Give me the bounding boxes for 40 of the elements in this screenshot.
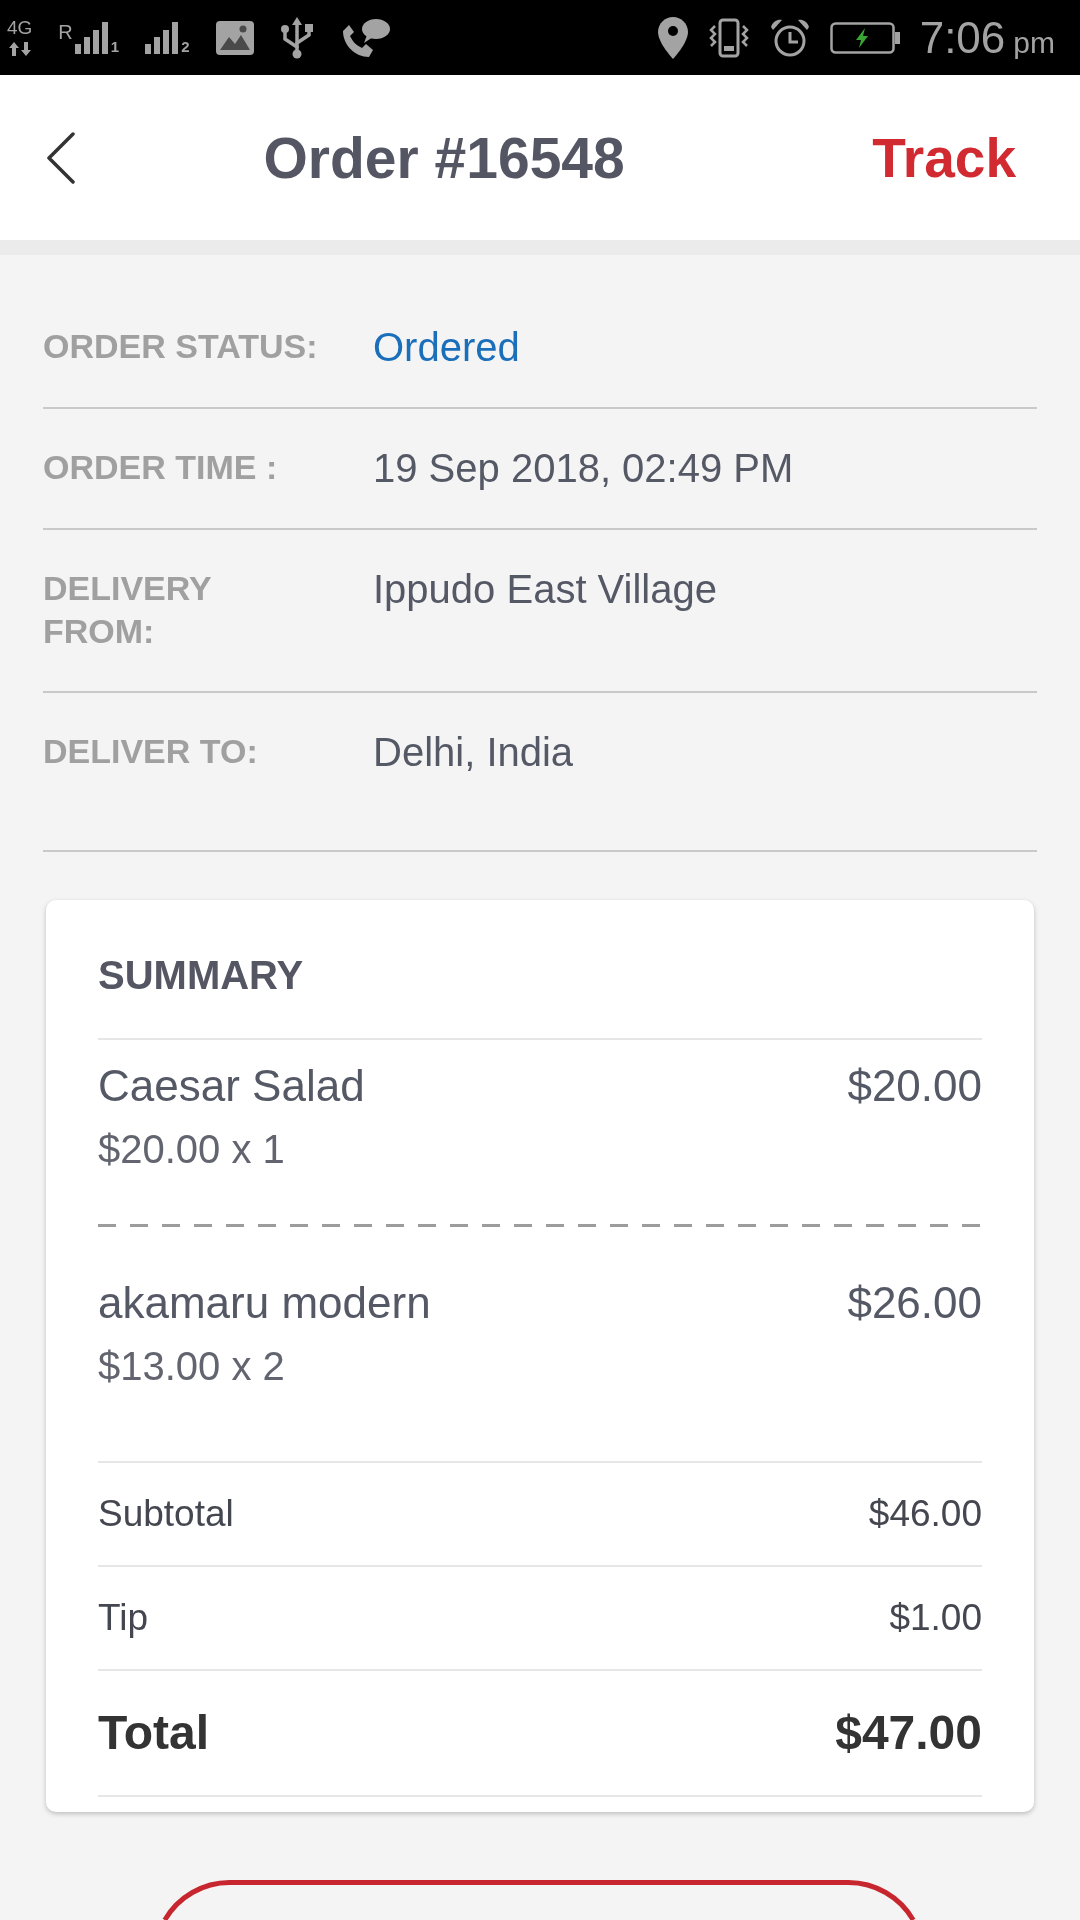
field-label: ORDER TIME : [43, 447, 278, 488]
total-amount: $46.00 [868, 1492, 982, 1536]
item-amount: $26.00 [847, 1279, 982, 1327]
field-label: DELIVER TO: [43, 731, 258, 772]
item-name: akamaru modern [98, 1279, 431, 1327]
status-value: Ordered [373, 325, 520, 369]
chevron-left-icon [46, 131, 76, 184]
image-icon [215, 20, 254, 55]
clock-time: 7:06 [919, 13, 1006, 62]
usb-icon [279, 16, 314, 59]
data-arrows-icon [8, 42, 31, 56]
total-label: Tip [98, 1596, 149, 1640]
page-title: Order #16548 [263, 125, 625, 190]
signal-icon [145, 21, 180, 54]
field-label: DELIVERY FROM: [43, 568, 213, 652]
alarm-clock-icon [769, 17, 810, 58]
location-pin-icon [657, 16, 688, 59]
total-amount: $1.00 [889, 1596, 982, 1640]
track-button[interactable]: Track [872, 124, 1016, 191]
sim-number-label: 2 [181, 38, 190, 54]
network-type-label: 4G [7, 19, 33, 37]
item-amount: $20.00 [847, 1062, 982, 1110]
field-value: Delhi, India [373, 730, 574, 774]
total-label: Subtotal [98, 1492, 234, 1536]
item-price-quantity: $20.00 x 1 [98, 1126, 285, 1173]
field-label: ORDER STATUS: [43, 326, 318, 367]
field-value: 19 Sep 2018, 02:49 PM [373, 446, 794, 490]
summary-title: SUMMARY [98, 952, 304, 998]
vibrate-icon [707, 17, 750, 58]
item-price-quantity: $13.00 x 2 [98, 1343, 285, 1390]
battery-charging-icon [829, 21, 900, 54]
sim-number-label: 1 [110, 38, 120, 54]
grand-total-amount: $47.00 [835, 1705, 982, 1761]
field-value: Ippudo East Village [373, 567, 717, 611]
signal-icon [74, 21, 109, 54]
grand-total-label: Total [98, 1705, 210, 1761]
back-button[interactable] [46, 131, 76, 184]
item-name: Caesar Salad [98, 1062, 365, 1110]
roaming-label: R [58, 21, 73, 42]
clock-period: pm [1013, 27, 1055, 58]
